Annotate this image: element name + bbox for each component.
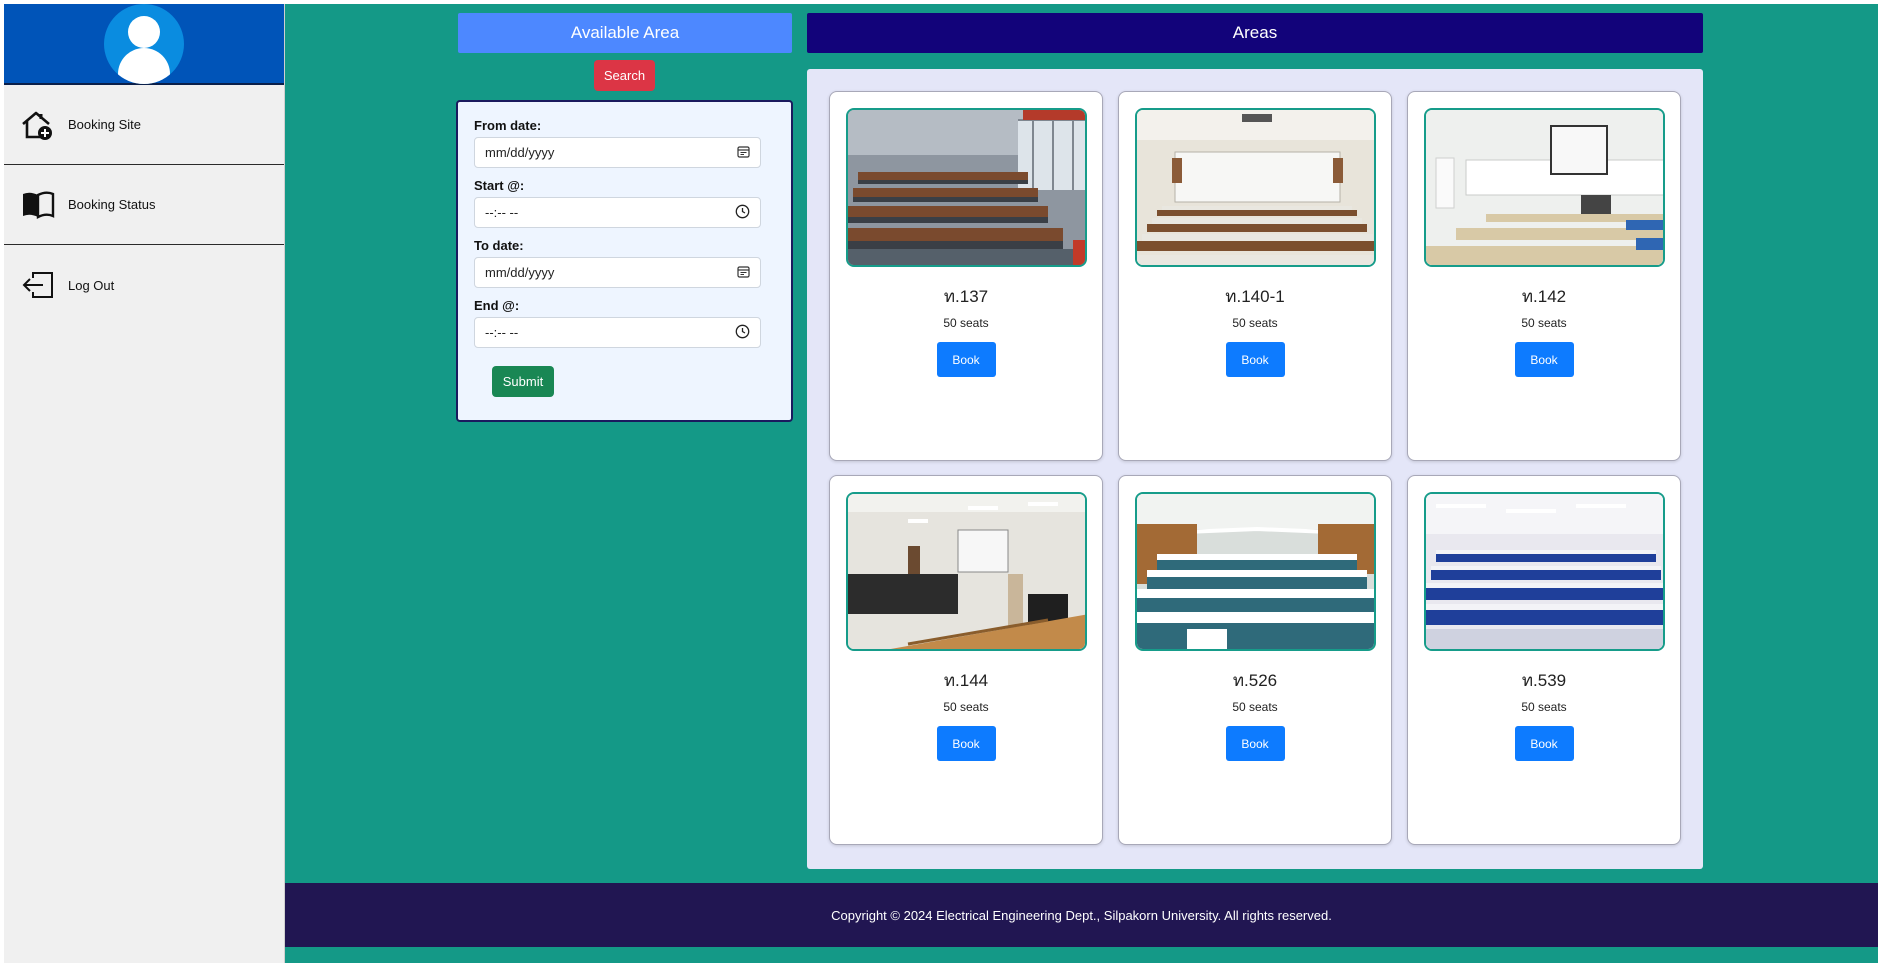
sidebar-item-log-out[interactable]: Log Out — [4, 245, 284, 325]
sidebar-item-label: Booking Site — [68, 117, 141, 132]
home-add-icon — [20, 107, 56, 143]
room-photo — [1423, 108, 1665, 267]
search-button[interactable]: Search — [594, 60, 655, 91]
from-date-input[interactable]: mm/dd/yyyy — [474, 137, 761, 168]
room-seats: 50 seats — [1232, 700, 1278, 714]
room-name: ท.526 — [1232, 671, 1278, 690]
room-seats: 50 seats — [943, 316, 989, 330]
room-name: ท.142 — [1521, 287, 1567, 306]
room-name: ท.539 — [1521, 671, 1567, 690]
sidebar-item-label: Log Out — [68, 277, 115, 293]
to-date-input[interactable]: mm/dd/yyyy — [474, 257, 761, 288]
calendar-icon[interactable] — [737, 265, 750, 281]
room-card: ท.140-1 50 seats Book — [1118, 91, 1392, 461]
clock-icon[interactable] — [735, 204, 750, 222]
profile-header — [4, 3, 284, 85]
start-time-input[interactable]: --:-- -- — [474, 197, 761, 228]
book-button[interactable]: Book — [1514, 726, 1574, 761]
end-time-label: End @: — [474, 298, 520, 313]
to-date-value: mm/dd/yyyy — [485, 265, 555, 280]
copyright-text: Copyright © 2024 Electrical Engineering … — [831, 907, 1332, 923]
submit-button[interactable]: Submit — [492, 366, 554, 397]
sidebar-item-label: Booking Status — [68, 197, 156, 212]
start-time-label: Start @: — [474, 178, 525, 193]
available-area-header: Available Area — [458, 13, 792, 53]
room-photo — [845, 108, 1087, 267]
book-button[interactable]: Book — [936, 342, 996, 377]
from-date-label: From date: — [474, 118, 542, 133]
book-button[interactable]: Book — [936, 726, 996, 761]
room-seats: 50 seats — [1521, 700, 1567, 714]
user-avatar-icon[interactable] — [104, 3, 184, 84]
room-photo — [1134, 108, 1376, 267]
main-content: Available Area Search From date: mm/dd/y… — [285, 4, 1878, 963]
clock-icon[interactable] — [735, 324, 750, 342]
room-name: ท.144 — [943, 671, 989, 690]
room-card: ท.142 50 seats Book — [1407, 91, 1681, 461]
room-seats: 50 seats — [943, 700, 989, 714]
calendar-icon[interactable] — [737, 145, 750, 161]
footer: Copyright © 2024 Electrical Engineering … — [285, 883, 1878, 947]
areas-panel: ท.137 50 seats Book ท.140-1 50 seats Boo… — [807, 69, 1703, 869]
room-seats: 50 seats — [1232, 316, 1278, 330]
from-date-value: mm/dd/yyyy — [485, 145, 555, 160]
room-photo — [845, 492, 1087, 651]
room-photo — [1134, 492, 1376, 651]
areas-header: Areas — [807, 13, 1703, 53]
booking-form: From date: mm/dd/yyyy Start @: --:-- -- … — [456, 100, 793, 422]
room-name: ท.137 — [943, 287, 989, 306]
room-card: ท.137 50 seats Book — [829, 91, 1103, 461]
sidebar-item-booking-status[interactable]: Booking Status — [4, 165, 284, 245]
book-icon — [20, 187, 56, 223]
end-time-value: --:-- -- — [485, 325, 519, 340]
room-photo — [1423, 492, 1665, 651]
book-button[interactable]: Book — [1514, 342, 1574, 377]
room-name: ท.140-1 — [1225, 287, 1285, 306]
room-seats: 50 seats — [1521, 316, 1567, 330]
logout-icon — [20, 267, 56, 303]
book-button[interactable]: Book — [1225, 342, 1285, 377]
to-date-label: To date: — [474, 238, 524, 253]
book-button[interactable]: Book — [1225, 726, 1285, 761]
sidebar: Booking Site Booking Status Log Out — [4, 3, 285, 963]
end-time-input[interactable]: --:-- -- — [474, 317, 761, 348]
start-time-value: --:-- -- — [485, 205, 519, 220]
room-card: ท.526 50 seats Book — [1118, 475, 1392, 845]
sidebar-item-booking-site[interactable]: Booking Site — [4, 85, 284, 165]
room-card: ท.539 50 seats Book — [1407, 475, 1681, 845]
room-card: ท.144 50 seats Book — [829, 475, 1103, 845]
